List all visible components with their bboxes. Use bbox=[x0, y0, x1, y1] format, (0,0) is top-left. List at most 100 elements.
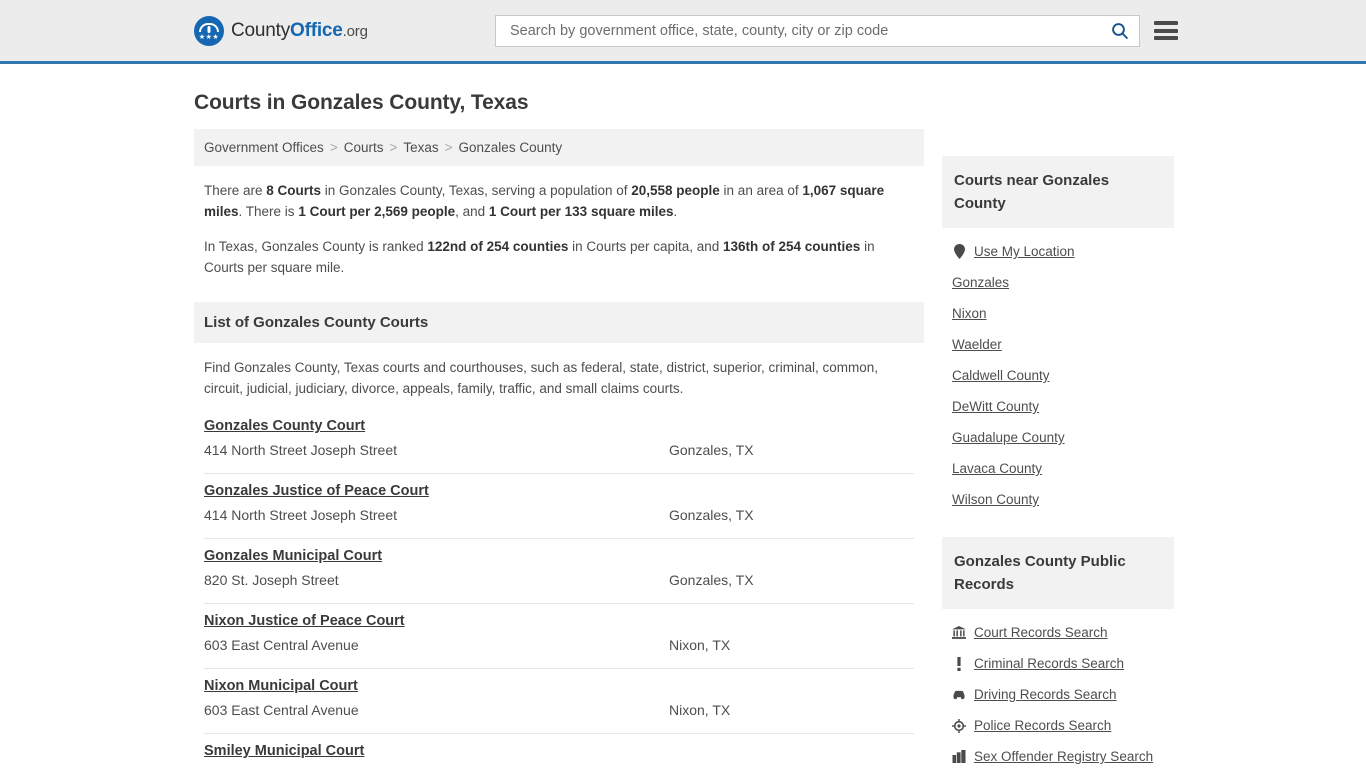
header-search-area bbox=[495, 14, 1178, 47]
stat-rank-per-capita: 122nd of 254 counties bbox=[427, 239, 569, 254]
court-name-link[interactable]: Gonzales Municipal Court bbox=[204, 548, 382, 564]
map-pin-icon bbox=[952, 244, 966, 259]
site-logo[interactable]: ★★★ CountyOffice.org bbox=[194, 15, 368, 46]
court-name-link[interactable]: Smiley Municipal Court bbox=[204, 743, 364, 759]
stat-text: There are bbox=[204, 183, 267, 198]
hamburger-bar bbox=[1154, 21, 1178, 25]
public-record-link[interactable]: Sex Offender Registry Search bbox=[974, 749, 1153, 764]
site-header: ★★★ CountyOffice.org bbox=[0, 0, 1366, 64]
hamburger-bar bbox=[1154, 28, 1178, 33]
public-record-link[interactable]: Criminal Records Search bbox=[974, 656, 1124, 671]
nearby-place-link[interactable]: Caldwell County bbox=[952, 368, 1050, 383]
nearby-place-link[interactable]: Guadalupe County bbox=[952, 430, 1065, 445]
court-row: Nixon Justice of Peace Court 603 East Cen… bbox=[204, 604, 914, 669]
breadcrumb-item-government-offices[interactable]: Government Offices bbox=[204, 140, 324, 155]
court-city-state: Nixon, TX bbox=[669, 637, 731, 653]
public-record-link[interactable]: Court Records Search bbox=[974, 625, 1108, 640]
search-input[interactable] bbox=[508, 21, 1107, 40]
page-body: Courts in Gonzales County, Texas Governm… bbox=[0, 91, 1366, 768]
nearby-courts-card: Courts near Gonzales County Use My Locat… bbox=[942, 156, 1174, 515]
public-record-row[interactable]: Court Records Search bbox=[952, 617, 1174, 648]
court-address: 603 East Central Avenue bbox=[204, 637, 359, 653]
hamburger-menu-icon[interactable] bbox=[1154, 21, 1178, 40]
court-city-state: Gonzales, TX bbox=[669, 442, 754, 458]
court-address: 603 East Central Avenue bbox=[204, 702, 359, 718]
logo-text-tld: .org bbox=[342, 22, 368, 40]
hamburger-bar bbox=[1154, 36, 1178, 40]
nearby-place-row[interactable]: DeWitt County bbox=[952, 391, 1174, 422]
court-row: Gonzales Municipal Court 820 St. Joseph S… bbox=[204, 539, 914, 604]
court-address: 820 St. Joseph Street bbox=[204, 572, 339, 588]
court-detail: 414 North Street Joseph Street Gonzales, … bbox=[204, 442, 914, 458]
public-record-row[interactable]: Police Records Search bbox=[952, 710, 1174, 741]
nearby-courts-heading: Courts near Gonzales County bbox=[942, 156, 1174, 228]
nearby-place-row[interactable]: Caldwell County bbox=[952, 360, 1174, 391]
court-detail: 603 East Central Avenue Nixon, TX bbox=[204, 702, 914, 718]
nearby-place-row[interactable]: Waelder bbox=[952, 329, 1174, 360]
public-record-row[interactable]: Sex Offender Registry Search bbox=[952, 741, 1174, 768]
nearby-place-link[interactable]: Nixon bbox=[952, 306, 987, 321]
search-icon bbox=[1112, 22, 1129, 39]
public-record-link[interactable]: Police Records Search bbox=[974, 718, 1111, 733]
eagle-wings-shape bbox=[199, 22, 219, 32]
search-button[interactable] bbox=[1107, 18, 1133, 44]
court-row: Gonzales Justice of Peace Court 414 North… bbox=[204, 474, 914, 539]
public-record-row[interactable]: Criminal Records Search bbox=[952, 648, 1174, 679]
court-name-link[interactable]: Nixon Justice of Peace Court bbox=[204, 613, 405, 629]
stat-text: . bbox=[673, 204, 678, 219]
public-record-row[interactable]: Driving Records Search bbox=[952, 679, 1174, 710]
nearby-place-row[interactable]: Gonzales bbox=[952, 267, 1174, 298]
breadcrumb-separator: > bbox=[329, 140, 338, 155]
logo-text-county: County bbox=[231, 19, 291, 41]
use-my-location-row[interactable]: Use My Location bbox=[952, 236, 1174, 267]
court-list-heading: List of Gonzales County Courts bbox=[194, 302, 924, 343]
court-row: Smiley Municipal Court106 West 3rd Stree… bbox=[204, 734, 914, 768]
nearby-place-row[interactable]: Nixon bbox=[952, 298, 1174, 329]
statistics-paragraph-rankings: In Texas, Gonzales County is ranked 122n… bbox=[204, 236, 914, 278]
nearby-place-link[interactable]: Lavaca County bbox=[952, 461, 1042, 476]
stat-text: In Texas, Gonzales County is ranked bbox=[204, 239, 428, 254]
court-name-link[interactable]: Gonzales Justice of Peace Court bbox=[204, 483, 429, 499]
court-row: Gonzales County Court 414 North Street Jo… bbox=[204, 409, 914, 474]
main-column: Government Offices > Courts > Texas > Go… bbox=[194, 129, 924, 768]
police-badge-icon bbox=[952, 718, 966, 733]
breadcrumb: Government Offices > Courts > Texas > Go… bbox=[194, 129, 924, 166]
court-detail: 414 North Street Joseph Street Gonzales, … bbox=[204, 507, 914, 523]
breadcrumb-separator: > bbox=[444, 140, 453, 155]
nearby-place-link[interactable]: Wilson County bbox=[952, 492, 1039, 507]
court-name-link[interactable]: Gonzales County Court bbox=[204, 418, 365, 434]
court-address: 414 North Street Joseph Street bbox=[204, 442, 397, 458]
stat-text: . There is bbox=[238, 204, 299, 219]
logo-text-office: Office bbox=[290, 19, 343, 41]
eagle-seal-icon: ★★★ bbox=[194, 15, 224, 46]
court-row: Nixon Municipal Court 603 East Central Av… bbox=[204, 669, 914, 734]
stat-courts-per-area: 1 Court per 133 square miles bbox=[488, 204, 674, 219]
nearby-place-row[interactable]: Guadalupe County bbox=[952, 422, 1174, 453]
stat-courts-per-people: 1 Court per 2,569 people bbox=[298, 204, 456, 219]
court-city-state: Gonzales, TX bbox=[669, 572, 754, 588]
breadcrumb-item-gonzales-county[interactable]: Gonzales County bbox=[459, 140, 563, 155]
breadcrumb-item-texas[interactable]: Texas bbox=[403, 140, 438, 155]
stat-text: in Gonzales County, Texas, serving a pop… bbox=[321, 183, 632, 198]
courthouse-icon bbox=[952, 626, 966, 639]
car-icon bbox=[952, 690, 966, 700]
nearby-place-row[interactable]: Wilson County bbox=[952, 484, 1174, 515]
nearby-place-link[interactable]: DeWitt County bbox=[952, 399, 1039, 414]
public-records-links: Court Records Search Criminal Records Sea… bbox=[942, 609, 1174, 768]
sidebar: Courts near Gonzales County Use My Locat… bbox=[942, 129, 1174, 768]
nearby-place-link[interactable]: Gonzales bbox=[952, 275, 1009, 290]
breadcrumb-separator: > bbox=[389, 140, 398, 155]
use-my-location-link[interactable]: Use My Location bbox=[974, 244, 1075, 259]
search-box[interactable] bbox=[495, 14, 1140, 47]
logo-wordmark: CountyOffice.org bbox=[231, 20, 368, 42]
stat-text: in an area of bbox=[719, 183, 803, 198]
court-address: 414 North Street Joseph Street bbox=[204, 507, 397, 523]
nearby-place-row[interactable]: Lavaca County bbox=[952, 453, 1174, 484]
court-name-link[interactable]: Nixon Municipal Court bbox=[204, 678, 358, 694]
breadcrumb-item-courts[interactable]: Courts bbox=[344, 140, 384, 155]
nearby-place-link[interactable]: Waelder bbox=[952, 337, 1002, 352]
public-record-link[interactable]: Driving Records Search bbox=[974, 687, 1117, 702]
stat-rank-per-square-mile: 136th of 254 counties bbox=[723, 239, 861, 254]
court-detail: 820 St. Joseph Street Gonzales, TX bbox=[204, 572, 914, 588]
court-detail: 603 East Central Avenue Nixon, TX bbox=[204, 637, 914, 653]
